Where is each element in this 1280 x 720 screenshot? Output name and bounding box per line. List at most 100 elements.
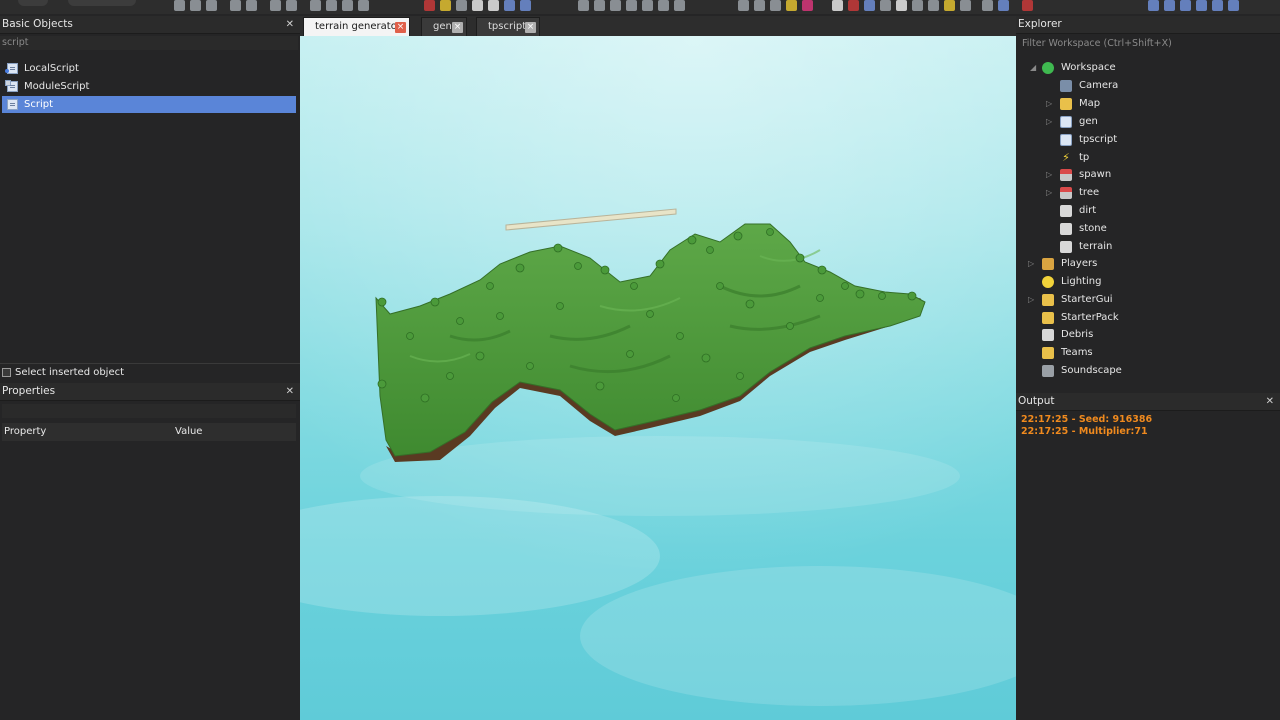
part-icon — [1060, 223, 1072, 235]
starterpack-icon — [1042, 312, 1054, 324]
redo-icon[interactable] — [246, 0, 257, 11]
copy-icon[interactable] — [190, 0, 201, 11]
camera-icon[interactable] — [864, 0, 875, 11]
weld-icon[interactable] — [642, 0, 653, 11]
properties-panel: Properties ✕ Property Value — [0, 383, 300, 720]
ungroup-icon[interactable] — [286, 0, 297, 11]
property-column-header: Property — [4, 426, 47, 437]
expand-arrow-icon[interactable]: ▷ — [1046, 184, 1052, 201]
close-tab-icon[interactable]: × — [452, 22, 463, 33]
screenshot-icon[interactable] — [896, 0, 907, 11]
startergui-icon — [1042, 294, 1054, 306]
window-icon[interactable] — [1196, 0, 1207, 11]
stop-icon[interactable] — [802, 0, 813, 11]
paste-icon[interactable] — [206, 0, 217, 11]
folder-open-icon[interactable] — [944, 0, 955, 11]
grid-icon[interactable] — [594, 0, 605, 11]
publish-icon[interactable] — [982, 0, 993, 11]
close-icon[interactable]: ✕ — [1266, 393, 1274, 410]
plugin-icon[interactable] — [1022, 0, 1033, 11]
play-here-icon[interactable] — [754, 0, 765, 11]
paint-icon[interactable] — [440, 0, 451, 11]
collapse-arrow-icon[interactable]: ◢ — [1030, 59, 1036, 76]
file-menu-button[interactable] — [68, 0, 136, 6]
close-tab-icon[interactable]: × — [395, 22, 406, 33]
settings-icon[interactable] — [912, 0, 923, 11]
expand-arrow-icon[interactable]: ▷ — [1028, 255, 1034, 272]
group-icon[interactable] — [270, 0, 281, 11]
constraint-icon[interactable] — [626, 0, 637, 11]
tab-gen[interactable]: gen × — [421, 17, 467, 36]
chevron-down-icon[interactable] — [960, 0, 971, 11]
basic-object-modulescript[interactable]: ModuleScript — [2, 78, 296, 95]
close-icon[interactable]: ✕ — [286, 383, 294, 400]
cut-icon[interactable] — [174, 0, 185, 11]
output-panel: Output ✕ 22:17:25 - Seed: 916386 22:17:2… — [1016, 393, 1280, 720]
window-icon[interactable] — [1148, 0, 1159, 11]
add-icon[interactable] — [738, 0, 749, 11]
window-icon[interactable] — [1212, 0, 1223, 11]
tab-label: tpscript — [488, 21, 527, 32]
cursor-icon[interactable] — [832, 0, 843, 11]
part-icon[interactable] — [472, 0, 483, 11]
play-icon[interactable] — [770, 0, 781, 11]
output-line: 22:17:25 - Seed: 916386 — [1021, 414, 1153, 425]
studio-logo-icon — [18, 0, 48, 6]
join-icon[interactable] — [520, 0, 531, 11]
expand-arrow-icon[interactable]: ▷ — [1046, 95, 1052, 112]
close-tab-icon[interactable]: × — [525, 22, 536, 33]
output-header: Output ✕ — [1016, 393, 1280, 411]
expand-arrow-icon[interactable]: ▷ — [1046, 166, 1052, 183]
checkbox-icon[interactable] — [2, 368, 11, 377]
properties-title: Properties — [2, 385, 56, 397]
expand-arrow-icon[interactable]: ▷ — [1046, 113, 1052, 130]
explorer-header: Explorer — [1016, 16, 1280, 34]
undo-icon[interactable] — [230, 0, 241, 11]
scale-icon[interactable] — [342, 0, 353, 11]
tab-terrain-generator[interactable]: terrain generator × — [303, 17, 410, 36]
window-icon[interactable] — [1164, 0, 1175, 11]
script-icon — [7, 99, 18, 110]
soundscape-icon — [1042, 365, 1054, 377]
rotate-icon[interactable] — [358, 0, 369, 11]
script-insert-icon[interactable] — [488, 0, 499, 11]
explorer-title: Explorer — [1018, 18, 1062, 30]
basic-object-localscript[interactable]: LocalScript — [2, 60, 296, 77]
select-inserted-object-checkbox[interactable]: Select inserted object — [0, 363, 300, 381]
window-icon[interactable] — [1180, 0, 1191, 11]
window-icon[interactable] — [1228, 0, 1239, 11]
basic-object-script[interactable]: Script — [2, 96, 296, 113]
test-icon[interactable] — [880, 0, 891, 11]
basic-objects-search-input[interactable]: script — [0, 36, 298, 50]
explorer-filter-input[interactable]: Filter Workspace (Ctrl+Shift+X) — [1020, 37, 1276, 51]
lock-icon[interactable] — [674, 0, 685, 11]
align-icon[interactable] — [610, 0, 621, 11]
output-line: 22:17:25 - Multiplier:71 — [1021, 426, 1148, 437]
3d-viewport[interactable] — [300, 36, 1016, 720]
expand-arrow-icon[interactable]: ▷ — [1028, 291, 1034, 308]
record-icon[interactable] — [848, 0, 859, 11]
debris-icon — [1042, 329, 1054, 341]
anchor-icon[interactable] — [456, 0, 467, 11]
collision-icon[interactable] — [504, 0, 515, 11]
select-icon[interactable] — [310, 0, 321, 11]
tab-label: gen — [433, 21, 452, 32]
part-icon — [1060, 241, 1072, 253]
terrain-icon[interactable] — [578, 0, 589, 11]
modulescript-icon — [5, 80, 18, 92]
pause-icon[interactable] — [786, 0, 797, 11]
tab-tpscript[interactable]: tpscript × — [476, 17, 540, 36]
document-tabs: terrain generator × gen × tpscript × — [300, 16, 1016, 36]
network-icon[interactable] — [928, 0, 939, 11]
teams-icon — [1042, 347, 1054, 359]
part-icon — [1060, 205, 1072, 217]
move-icon[interactable] — [326, 0, 337, 11]
workspace-icon — [1042, 62, 1054, 74]
basic-objects-panel: Basic Objects ✕ script LocalScript Modul… — [0, 16, 300, 364]
surface-icon[interactable] — [658, 0, 669, 11]
properties-filter-input[interactable] — [2, 404, 296, 418]
tools-icon[interactable] — [424, 0, 435, 11]
brush-icon[interactable] — [998, 0, 1009, 11]
close-icon[interactable]: ✕ — [286, 16, 294, 33]
basic-objects-title: Basic Objects — [2, 18, 73, 30]
